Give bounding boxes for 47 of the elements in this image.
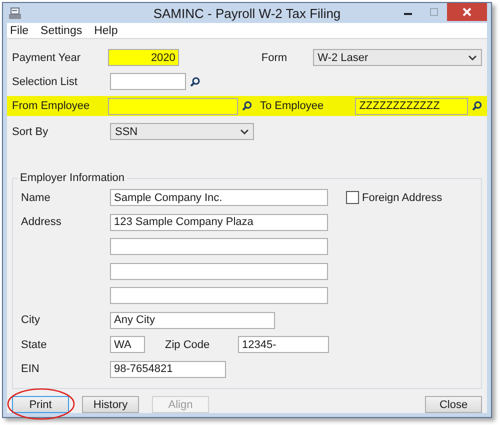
field-label: City (21, 314, 41, 326)
payment-year-field[interactable]: 2020 (108, 49, 180, 66)
form-dropdown[interactable]: W-2 Laser (312, 49, 482, 66)
from-employee-field[interactable] (108, 98, 238, 114)
menu-item[interactable]: Help (94, 24, 118, 36)
field-label: Sort By (12, 126, 50, 138)
field-label: Address (21, 216, 62, 228)
app-icon (7, 5, 23, 21)
name-field[interactable]: Sample Company Inc. (110, 189, 328, 206)
dialog-button[interactable]: History (82, 396, 139, 413)
field-label: From Employee (12, 100, 91, 112)
field-label: To Employee (260, 100, 325, 112)
field-label: EIN (21, 363, 40, 375)
address-field[interactable] (110, 287, 328, 304)
group-title: Employer Information (18, 172, 127, 184)
close-icon (462, 7, 472, 17)
search-icon[interactable] (472, 101, 482, 111)
field-label: Payment Year (12, 52, 82, 64)
field-label: Form (261, 52, 288, 64)
close-window-button[interactable] (447, 3, 487, 21)
checkbox-label: Foreign Address (362, 192, 442, 204)
address-field[interactable]: 123 Sample Company Plaza (110, 214, 328, 230)
ein-field[interactable]: 98-7654821 (110, 360, 226, 378)
to-employee-field[interactable]: ZZZZZZZZZZZZ (355, 98, 468, 114)
field-label: State (21, 338, 48, 350)
address-field[interactable] (110, 238, 328, 255)
zip-code-field[interactable]: 12345- (238, 336, 329, 353)
address-field[interactable] (110, 262, 328, 280)
dialog-button[interactable]: Print (12, 396, 69, 413)
search-icon[interactable] (190, 76, 200, 86)
caret-icon (468, 54, 477, 60)
selection-list-field[interactable] (110, 73, 186, 90)
sort-by-dropdown[interactable]: SSN (110, 123, 254, 140)
search-icon[interactable] (242, 101, 252, 111)
foreign-address-checkbox[interactable]: Foreign Address (346, 191, 442, 204)
menu-item[interactable]: File (10, 24, 29, 36)
field-label: Name (21, 192, 52, 204)
city-field[interactable]: Any City (110, 312, 275, 328)
menu-item[interactable]: Settings (40, 24, 82, 36)
state-field[interactable]: WA (110, 336, 145, 353)
window-title: SAMINC - Payroll W-2 Tax Filing (153, 6, 341, 21)
checkbox[interactable] (346, 191, 359, 204)
maximize-icon (429, 7, 439, 17)
field-label: Zip Code (165, 338, 211, 350)
caret-icon (240, 128, 249, 134)
dialog-button[interactable]: Close (425, 396, 482, 413)
field-label: Selection List (12, 76, 78, 88)
